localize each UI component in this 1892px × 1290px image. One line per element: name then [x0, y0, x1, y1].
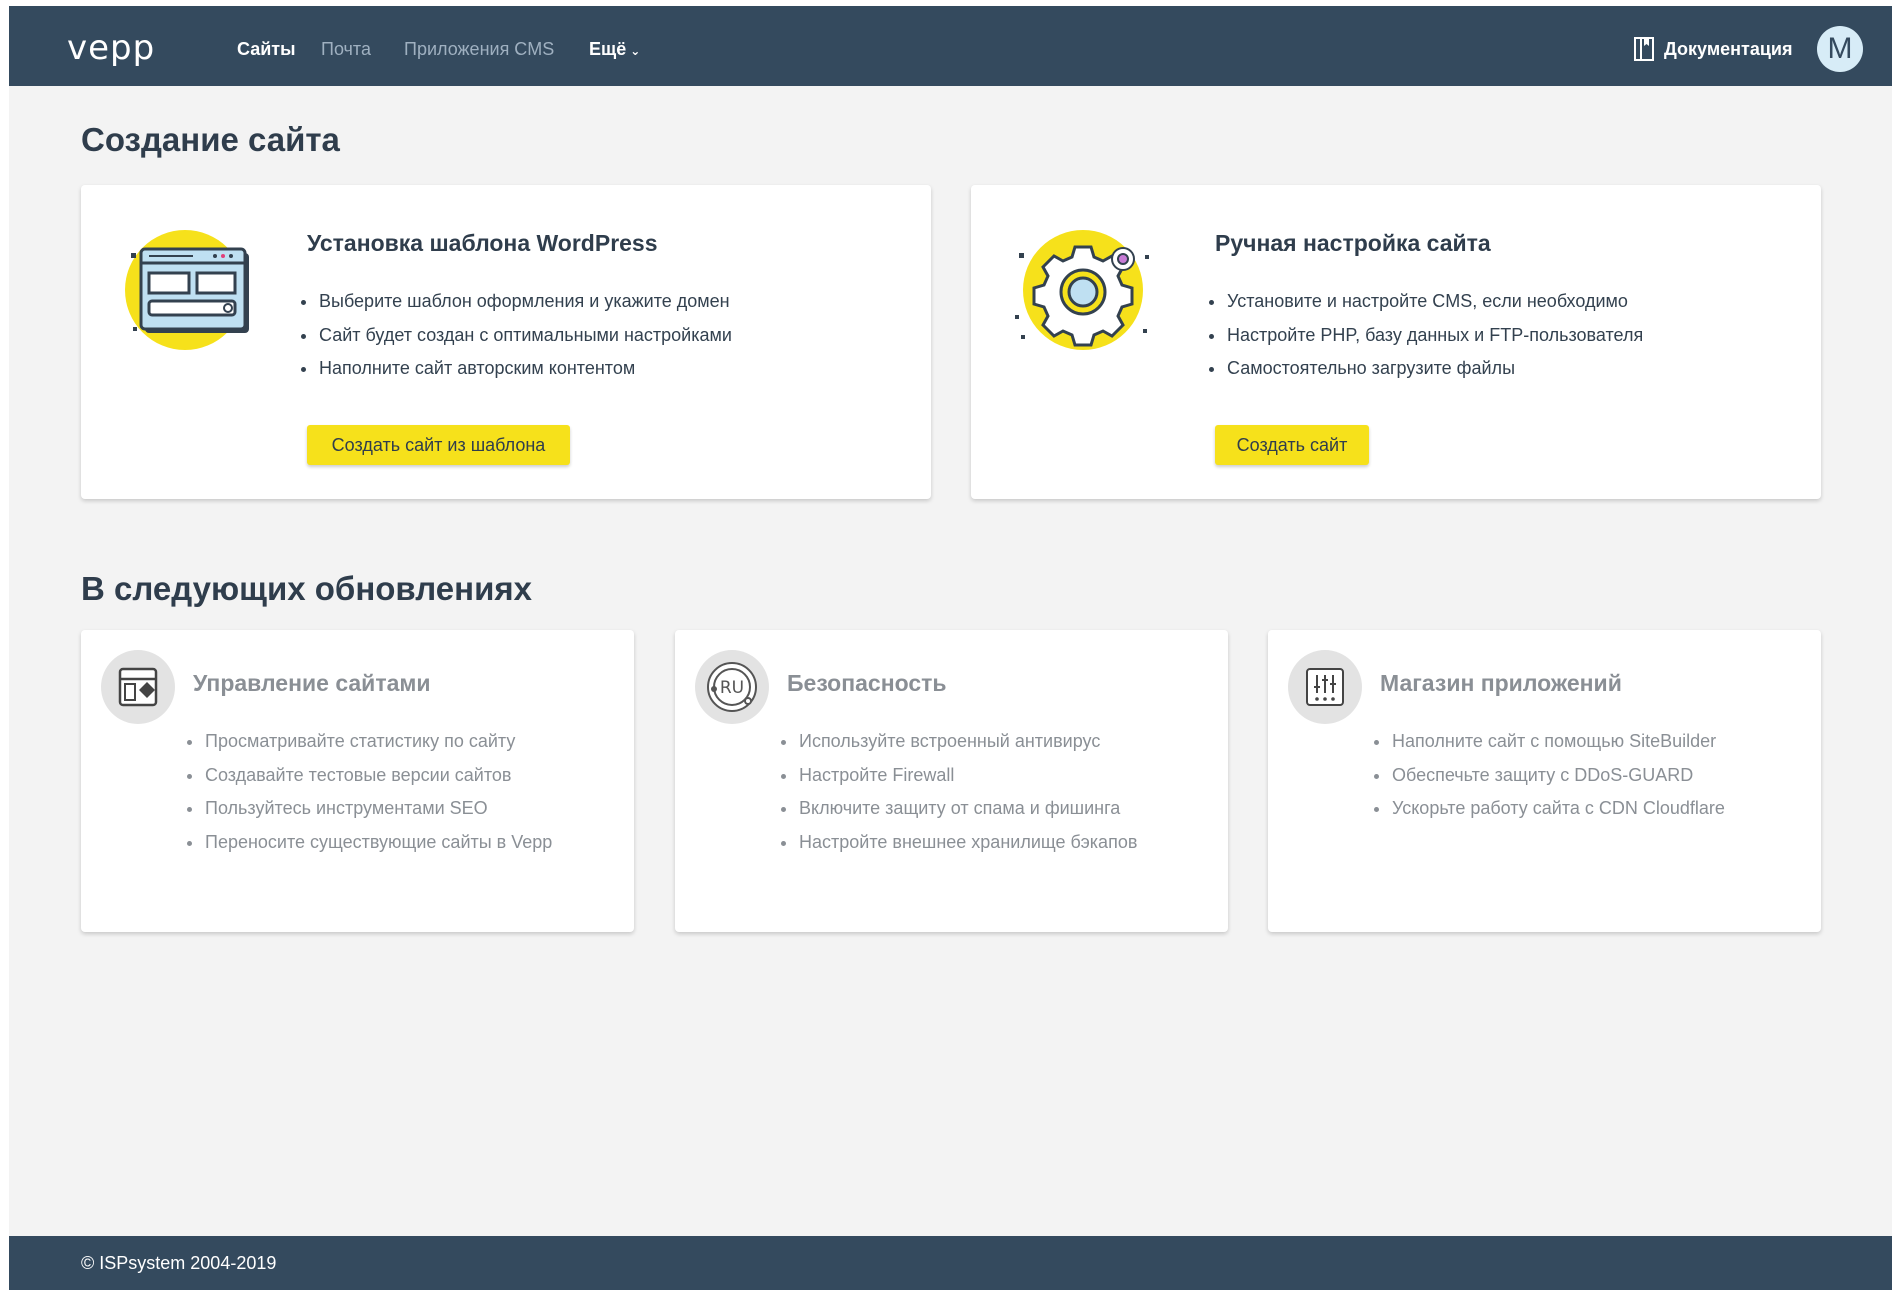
- top-navigation-bar: vepp Сайты Почта Приложения CMS Ещё ⌄ Док…: [9, 6, 1892, 86]
- footer: © ISPsystem 2004-2019: [9, 1236, 1892, 1290]
- list-item: Самостоятельно загрузите файлы: [1205, 352, 1643, 386]
- list-item: Настройте внешнее хранилище бэкапов: [777, 826, 1137, 860]
- wordpress-card-title: Установка шаблона WordPress: [307, 230, 658, 256]
- site-management-list: Просматривайте статистику по сайту Созда…: [183, 725, 552, 859]
- list-item: Используйте встроенный антивирус: [777, 725, 1137, 759]
- list-item: Установите и настройте CMS, если необход…: [1205, 285, 1643, 319]
- list-item: Создавайте тестовые версии сайтов: [183, 759, 552, 793]
- list-item: Ускорьте работу сайта с CDN Cloudflare: [1370, 792, 1725, 826]
- copyright-text: © ISPsystem 2004-2019: [81, 1253, 277, 1273]
- browser-template-icon: [117, 225, 257, 360]
- create-site-button[interactable]: Создать сайт: [1215, 425, 1369, 465]
- nav-more-menu[interactable]: Ещё ⌄: [589, 39, 640, 60]
- list-item: Выберите шаблон оформления и укажите дом…: [297, 285, 732, 319]
- site-management-icon: [101, 650, 175, 724]
- manual-feature-list: Установите и настройте CMS, если необход…: [1205, 285, 1643, 386]
- list-item: Просматривайте статистику по сайту: [183, 725, 552, 759]
- manual-setup-card: Ручная настройка сайта Установите и наст…: [971, 185, 1821, 499]
- site-management-card: Управление сайтами Просматривайте статис…: [81, 630, 634, 932]
- list-item: Переносите существующие сайты в Vepp: [183, 826, 552, 860]
- nav-sites[interactable]: Сайты: [237, 39, 295, 60]
- ru-shield-icon: RU: [695, 650, 769, 724]
- upcoming-updates-title: В следующих обновлениях: [81, 570, 532, 607]
- documentation-link[interactable]: Документация: [1634, 37, 1792, 61]
- manual-card-title: Ручная настройка сайта: [1215, 230, 1491, 256]
- chevron-down-icon: ⌄: [630, 44, 641, 58]
- gears-icon: [1009, 225, 1159, 360]
- wordpress-template-card: Установка шаблона WordPress Выберите шаб…: [81, 185, 931, 499]
- sliders-icon: [1288, 650, 1362, 724]
- security-card: RU Безопасность Используйте встроенный а…: [675, 630, 1228, 932]
- list-item: Настройте PHP, базу данных и FTP-пользов…: [1205, 319, 1643, 353]
- nav-more-label: Ещё: [589, 39, 627, 59]
- create-site-title: Создание сайта: [81, 121, 340, 158]
- svg-text:RU: RU: [720, 678, 744, 698]
- list-item: Сайт будет создан с оптимальными настрой…: [297, 319, 732, 353]
- list-item: Наполните сайт авторским контентом: [297, 352, 732, 386]
- list-item: Обеспечьте защиту с DDoS-GUARD: [1370, 759, 1725, 793]
- app-store-card: Магазин приложений Наполните сайт с помо…: [1268, 630, 1821, 932]
- list-item: Настройте Firewall: [777, 759, 1137, 793]
- app-frame: vepp Сайты Почта Приложения CMS Ещё ⌄ Док…: [9, 6, 1892, 1290]
- user-avatar[interactable]: M: [1817, 26, 1863, 72]
- app-store-title: Магазин приложений: [1380, 670, 1622, 696]
- wordpress-feature-list: Выберите шаблон оформления и укажите дом…: [297, 285, 732, 386]
- nav-mail[interactable]: Почта: [321, 39, 371, 60]
- vepp-logo[interactable]: vepp: [67, 28, 155, 68]
- nav-cms-apps[interactable]: Приложения CMS: [404, 39, 554, 60]
- book-icon: [1634, 37, 1654, 61]
- site-management-title: Управление сайтами: [193, 670, 431, 696]
- list-item: Наполните сайт с помощью SiteBuilder: [1370, 725, 1725, 759]
- list-item: Пользуйтесь инструментами SEO: [183, 792, 552, 826]
- list-item: Включите защиту от спама и фишинга: [777, 792, 1137, 826]
- security-title: Безопасность: [787, 670, 947, 696]
- security-list: Используйте встроенный антивирус Настрой…: [777, 725, 1137, 859]
- documentation-label: Документация: [1664, 38, 1793, 59]
- create-from-template-button[interactable]: Создать сайт из шаблона: [307, 425, 570, 465]
- app-store-list: Наполните сайт с помощью SiteBuilder Обе…: [1370, 725, 1725, 826]
